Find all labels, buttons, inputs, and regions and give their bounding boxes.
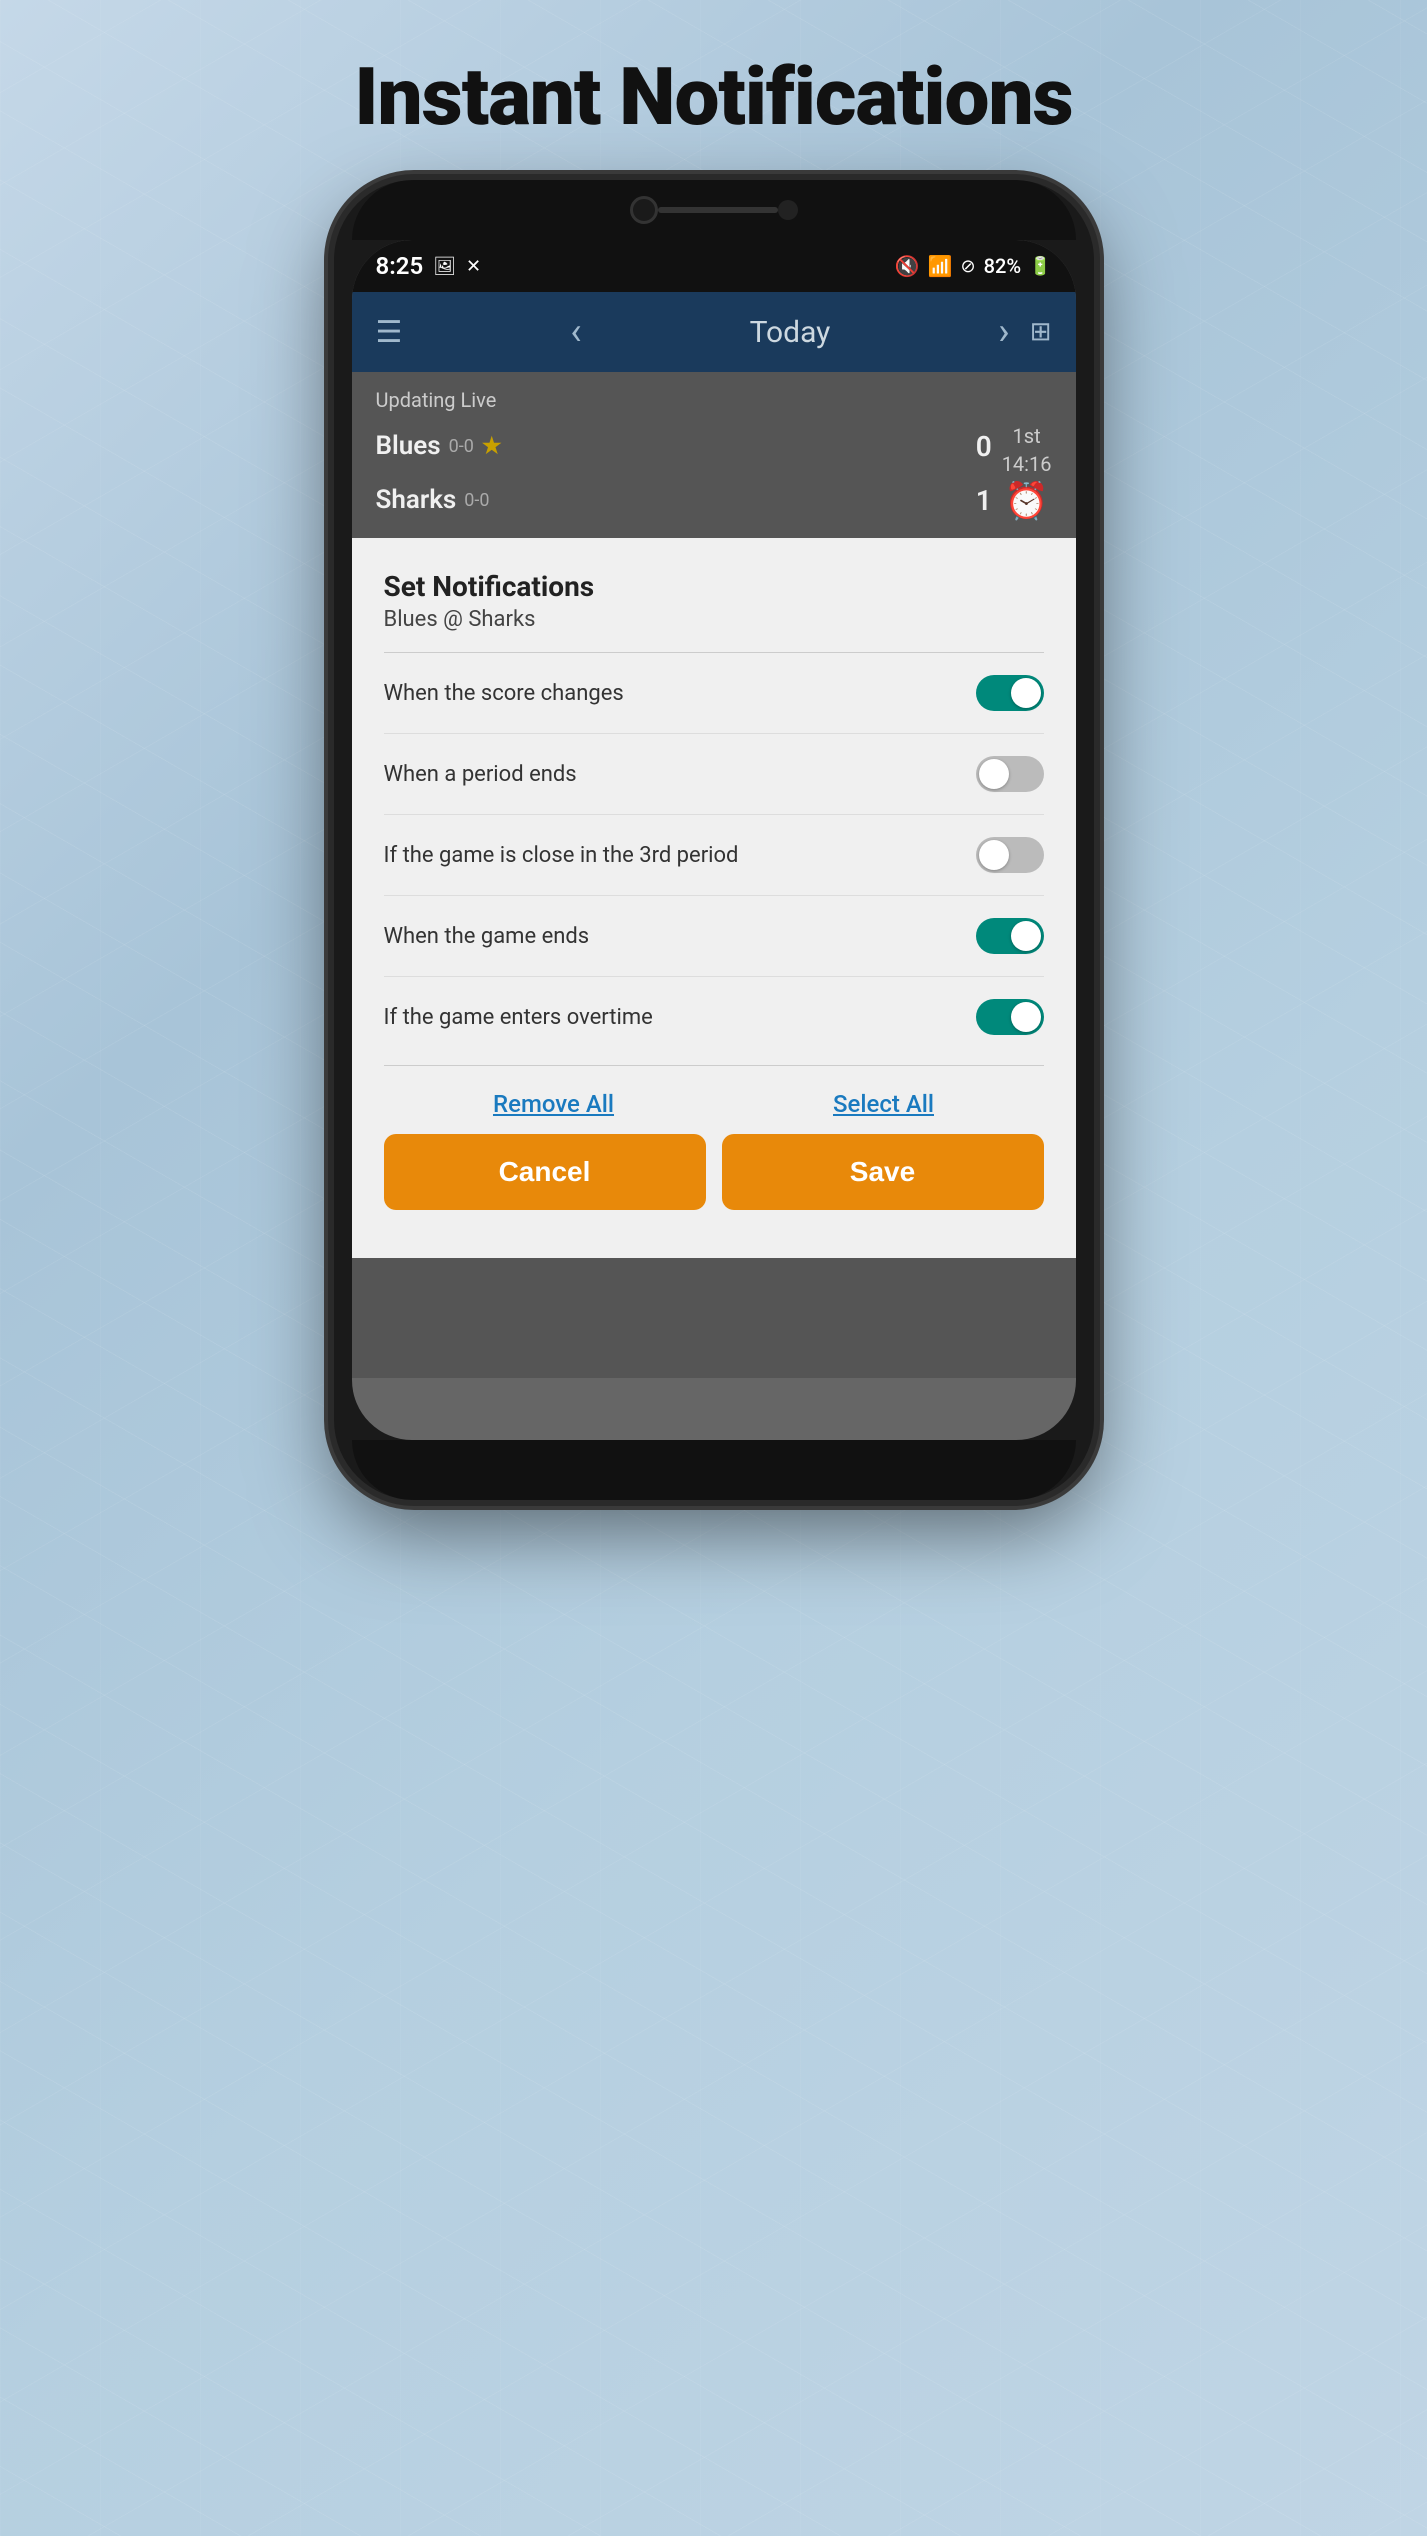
notification-label-4: If the game enters overtime bbox=[384, 1005, 653, 1030]
alarm-icon[interactable]: ⏰ bbox=[1004, 480, 1049, 522]
phone-screen: 8:25 🖼 ✕ 🔇 📶 ⊘ 82% 🔋 ☰ ‹ Today › ⊞ bbox=[352, 240, 1076, 1440]
menu-icon[interactable]: ☰ bbox=[376, 315, 403, 350]
app-header: ☰ ‹ Today › ⊞ bbox=[352, 292, 1076, 372]
dialog-buttons: Cancel Save bbox=[384, 1134, 1044, 1226]
notification-label-1: When a period ends bbox=[384, 762, 577, 787]
header-title: Today bbox=[750, 315, 831, 350]
photo-icon: 🖼 bbox=[433, 256, 456, 277]
status-left: 8:25 🖼 ✕ bbox=[376, 252, 482, 280]
blocked-icon: ⊘ bbox=[961, 256, 976, 277]
toggle-close-game[interactable] bbox=[976, 837, 1044, 873]
game-time: 14:16 bbox=[1002, 452, 1052, 476]
toggle-score-changes[interactable] bbox=[976, 675, 1044, 711]
game-area: Updating Live Blues 0-0 ★ 0 1st 14:16 ⏰ … bbox=[352, 372, 1076, 538]
status-bar: 8:25 🖼 ✕ 🔇 📶 ⊘ 82% 🔋 bbox=[352, 240, 1076, 292]
below-dialog-area bbox=[352, 1258, 1076, 1378]
battery-percent: 82% bbox=[984, 254, 1021, 278]
wifi-icon: 📶 bbox=[928, 254, 953, 278]
notification-label-2: If the game is close in the 3rd period bbox=[384, 843, 739, 868]
notification-row: If the game enters overtime bbox=[384, 977, 1044, 1057]
notification-row: If the game is close in the 3rd period bbox=[384, 815, 1044, 896]
notification-label-3: When the game ends bbox=[384, 924, 590, 949]
sensor-dot bbox=[778, 200, 798, 220]
notification-row: When the game ends bbox=[384, 896, 1044, 977]
favorite-star-icon: ★ bbox=[482, 434, 502, 459]
phone-bottom-bar bbox=[352, 1440, 1076, 1500]
game-row: Blues 0-0 ★ 0 1st 14:16 ⏰ Sharks 0-0 1 bbox=[376, 424, 1052, 522]
remove-all-link[interactable]: Remove All bbox=[493, 1090, 614, 1118]
period-label: 1st bbox=[1013, 424, 1041, 448]
mute-icon: 🔇 bbox=[895, 254, 920, 278]
phone-device: 8:25 🖼 ✕ 🔇 📶 ⊘ 82% 🔋 ☰ ‹ Today › ⊞ bbox=[334, 180, 1094, 1500]
camera-dot bbox=[630, 196, 658, 224]
notifications-dialog: Set Notifications Blues @ Sharks When th… bbox=[352, 538, 1076, 1258]
settings-icon[interactable]: ⊞ bbox=[1030, 317, 1052, 347]
team2-name: Sharks 0-0 bbox=[376, 485, 952, 515]
dialog-subtitle: Blues @ Sharks bbox=[384, 607, 1044, 632]
back-icon[interactable]: ‹ bbox=[570, 310, 581, 354]
team2-score: 1 bbox=[962, 484, 992, 517]
forward-icon[interactable]: › bbox=[998, 310, 1009, 354]
header-right-icons: › ⊞ bbox=[998, 310, 1051, 354]
toggle-game-ends[interactable] bbox=[976, 918, 1044, 954]
notification-row: When a period ends bbox=[384, 734, 1044, 815]
status-right: 🔇 📶 ⊘ 82% 🔋 bbox=[895, 254, 1052, 278]
toggle-overtime[interactable] bbox=[976, 999, 1044, 1035]
cancel-button[interactable]: Cancel bbox=[384, 1134, 706, 1210]
close-icon: ✕ bbox=[466, 256, 481, 277]
team1-name: Blues 0-0 ★ bbox=[376, 431, 952, 461]
notification-label-0: When the score changes bbox=[384, 681, 624, 706]
battery-icon: 🔋 bbox=[1029, 256, 1051, 277]
notification-row: When the score changes bbox=[384, 653, 1044, 734]
updating-live-label: Updating Live bbox=[376, 388, 1052, 412]
select-all-link[interactable]: Select All bbox=[833, 1090, 934, 1118]
team1-score: 0 bbox=[962, 430, 992, 463]
phone-notch bbox=[352, 180, 1076, 240]
page-title: Instant Notifications bbox=[0, 50, 1427, 144]
speaker bbox=[658, 207, 778, 213]
dialog-action-links: Remove All Select All bbox=[384, 1066, 1044, 1134]
toggle-period-ends[interactable] bbox=[976, 756, 1044, 792]
save-button[interactable]: Save bbox=[722, 1134, 1044, 1210]
status-time: 8:25 bbox=[376, 252, 424, 280]
dialog-title: Set Notifications bbox=[384, 570, 1044, 603]
game-info: 1st 14:16 ⏰ bbox=[1002, 424, 1052, 522]
